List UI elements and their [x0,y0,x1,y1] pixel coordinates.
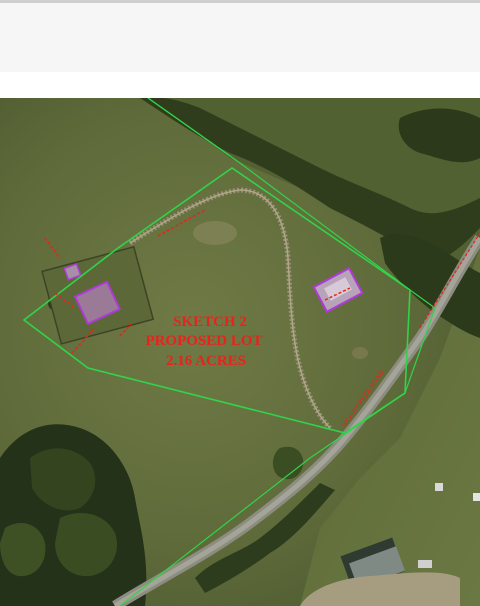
vehicle [418,560,432,568]
lot-label-line-3: 2.16 ACRES [166,353,246,369]
lot-label-line-1: SKETCH 2 [173,314,247,330]
toolbar-spacer [0,72,480,98]
small-object [473,493,480,501]
aerial-map-canvas: SKETCH 2 PROPOSED LOT 2.16 ACRES WOOD CR… [0,98,480,606]
dirt-patch [193,221,237,245]
dirt-patch [352,347,368,359]
small-object [435,483,443,491]
lot-label-line-2: PROPOSED LOT [145,333,262,349]
browser-toolbar [0,0,480,72]
aerial-map[interactable]: SKETCH 2 PROPOSED LOT 2.16 ACRES WOOD CR… [0,98,480,606]
